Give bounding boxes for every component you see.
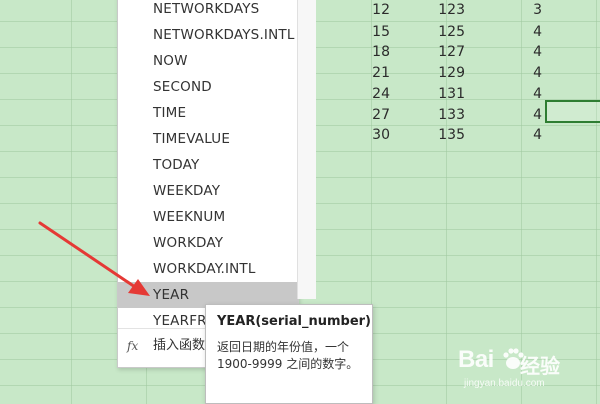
dropdown-scrollbar[interactable] <box>297 0 316 299</box>
cell[interactable]: 4 <box>502 107 542 123</box>
tooltip-syntax: YEAR(serial_number) <box>217 314 371 329</box>
cell[interactable]: 125 <box>425 24 465 40</box>
cell[interactable]: 21 <box>350 65 390 81</box>
cell[interactable]: 18 <box>350 44 390 60</box>
function-item-time[interactable]: TIME <box>118 100 298 126</box>
cell[interactable]: 129 <box>425 65 465 81</box>
cell[interactable]: 27 <box>350 107 390 123</box>
cell[interactable]: 3 <box>502 2 542 18</box>
function-item-networkdays-intl[interactable]: NETWORKDAYS.INTL <box>118 22 298 48</box>
function-item-workday[interactable]: WORKDAY <box>118 230 298 256</box>
cell[interactable]: 123 <box>425 2 465 18</box>
function-item-networkdays[interactable]: NETWORKDAYS <box>118 0 298 22</box>
function-item-workday-intl[interactable]: WORKDAY.INTL <box>118 256 298 282</box>
function-item-today[interactable]: TODAY <box>118 152 298 178</box>
baidu-jingyan-watermark: Bai 经验 jingyan.baidu.com <box>458 346 598 398</box>
fx-icon: fx <box>127 339 139 353</box>
tooltip-description: 返回日期的年份值，一个 1900-9999 之间的数字。 <box>217 340 359 371</box>
cell[interactable]: 15 <box>350 24 390 40</box>
cell[interactable]: 4 <box>502 127 542 143</box>
cell[interactable]: 4 <box>502 86 542 102</box>
cell[interactable]: 30 <box>350 127 390 143</box>
watermark-brand-cn: 经验 <box>520 354 560 378</box>
cell[interactable]: 4 <box>502 24 542 40</box>
watermark-brand: Bai <box>458 346 494 373</box>
function-item-weeknum[interactable]: WEEKNUM <box>118 204 298 230</box>
cell[interactable]: 24 <box>350 86 390 102</box>
active-cell-selection[interactable] <box>545 100 600 123</box>
watermark-url: jingyan.baidu.com <box>464 378 545 389</box>
cell[interactable]: 135 <box>425 127 465 143</box>
insert-function-label: 插入函数 <box>153 338 206 353</box>
function-tooltip: YEAR(serial_number) 返回日期的年份值，一个 1900-999… <box>205 304 373 404</box>
function-item-weekday[interactable]: WEEKDAY <box>118 178 298 204</box>
cell[interactable]: 4 <box>502 65 542 81</box>
cell[interactable]: 133 <box>425 107 465 123</box>
function-item-second[interactable]: SECOND <box>118 74 298 100</box>
cell[interactable]: 4 <box>502 44 542 60</box>
function-item-now[interactable]: NOW <box>118 48 298 74</box>
function-item-timevalue[interactable]: TIMEVALUE <box>118 126 298 152</box>
cell[interactable]: 131 <box>425 86 465 102</box>
cell[interactable]: 12 <box>350 2 390 18</box>
cell[interactable]: 127 <box>425 44 465 60</box>
